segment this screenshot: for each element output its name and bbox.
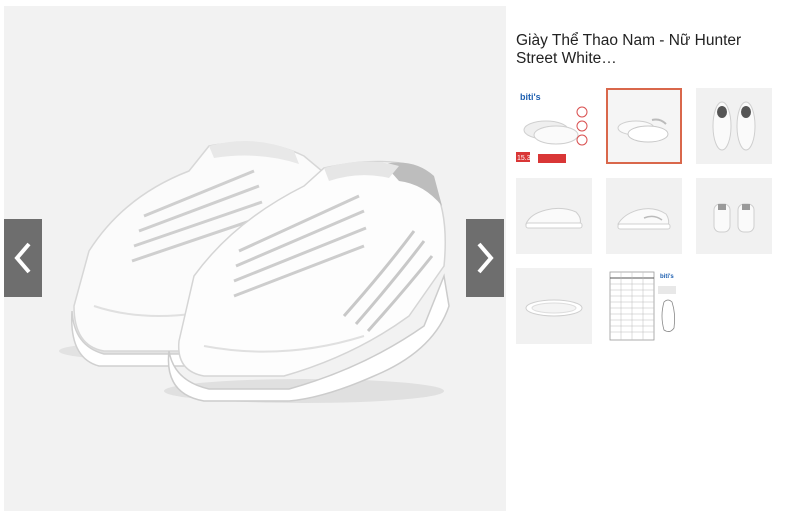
thumbnail-image (606, 178, 682, 254)
thumbnail-size-chart[interactable]: biti's (606, 268, 682, 344)
thumbnail-side-view[interactable] (516, 178, 592, 254)
chevron-right-icon (477, 242, 494, 274)
thumbnail-pair-top[interactable] (696, 88, 772, 164)
thumbnail-image (696, 88, 772, 164)
prev-image-button[interactable] (4, 219, 42, 297)
thumbnail-pair-angle[interactable] (606, 88, 682, 164)
brand-logo: biti's (520, 92, 541, 102)
thumbnail-front-angle[interactable] (606, 178, 682, 254)
next-image-button[interactable] (466, 219, 504, 297)
thumbnail-image (608, 90, 680, 162)
brand-logo: biti's (660, 274, 674, 280)
thumbnail-back-view[interactable] (696, 178, 772, 254)
thumbnail-image: biti's 15.3 (516, 88, 592, 164)
thumbnail-promo-banner[interactable]: biti's 15.3 (516, 88, 592, 164)
thumbnail-image (516, 268, 592, 344)
thumbnail-image (696, 178, 772, 254)
product-title: Giày Thể Thao Nam - Nữ Hunter Street Whi… (516, 32, 742, 67)
product-sidebar: Giày Thể Thao Nam - Nữ Hunter Street Whi… (516, 32, 786, 344)
thumbnail-image (516, 178, 592, 254)
product-image-viewer (4, 6, 506, 511)
thumbnail-sole-view[interactable] (516, 268, 592, 344)
promo-badge: 15.3 (517, 155, 531, 162)
main-product-image (4, 6, 506, 511)
chevron-left-icon (14, 242, 31, 274)
thumbnail-image: biti's (606, 268, 682, 344)
